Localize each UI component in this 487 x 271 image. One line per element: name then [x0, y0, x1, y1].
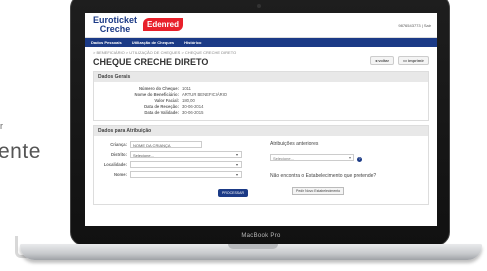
laptop-screen: Euroticket Creche Edenred 9876543773 | S…	[85, 13, 437, 226]
help-icon[interactable]: ?	[357, 157, 362, 162]
edenred-logo: Edenred	[143, 18, 184, 31]
atribuicao-heading: Dados para Atribuição	[94, 126, 428, 136]
imprimir-button[interactable]: ▭ imprimir	[398, 56, 429, 65]
info-label: Data de Validade:	[144, 110, 179, 115]
voltar-button[interactable]: ◂ voltar	[370, 56, 395, 65]
dados-gerais-rows: Número do Cheque: 1011 Nome do Beneficiár…	[94, 82, 428, 120]
atribuicao-body: Criança: NOME DA CRIANÇA Distrito: Selec…	[94, 136, 428, 204]
info-row: Data de Validade: 30-06-2015	[94, 110, 424, 116]
crianca-label: Criança:	[110, 142, 127, 147]
base-notch	[228, 244, 278, 249]
distrito-label: Distrito:	[110, 152, 127, 157]
side-text: ente	[0, 140, 41, 163]
chevron-down-icon: ▾	[348, 155, 351, 160]
atribuicoes-anteriores: Atribuições anteriores Selecione... ▾? Nã…	[260, 141, 422, 199]
app-header: Euroticket Creche Edenred 9876543773 | S…	[85, 13, 437, 38]
nav-historico[interactable]: Histórico	[184, 40, 201, 45]
nav-dados-pessoais[interactable]: Dados Pessoais	[91, 40, 122, 45]
side-mark: r	[0, 121, 3, 131]
euroticket-logo[interactable]: Euroticket Creche	[93, 16, 137, 34]
title-actions: ◂ voltar ▭ imprimir	[370, 56, 429, 65]
distrito-select[interactable]: Selecione... ▾	[130, 151, 242, 158]
macbook-label: MacBook Pro	[241, 233, 281, 239]
nome-row: Nome: ▾	[100, 171, 260, 178]
chevron-down-icon: ▾	[235, 172, 238, 177]
processar-button[interactable]: PROCESSAR	[218, 189, 248, 197]
scene: r ente Euroticket Creche Edenred 9876543…	[0, 0, 487, 271]
anteriores-select[interactable]: Selecione... ▾	[270, 154, 354, 161]
page-title-text: CHEQUE CRECHE DIRETO	[93, 57, 209, 67]
nome-select[interactable]: ▾	[130, 171, 242, 178]
localidade-select[interactable]: ▾	[130, 161, 242, 168]
main-nav: Dados Pessoais Utilização de Cheques His…	[85, 38, 437, 47]
nome-label: Nome:	[113, 172, 127, 177]
dados-gerais-panel: Dados Gerais Número do Cheque: 1011 Nome …	[93, 71, 429, 121]
distrito-row: Distrito: Selecione... ▾	[100, 151, 260, 158]
anteriores-label: Atribuições anteriores	[270, 141, 319, 147]
pedir-estabelecimento-button[interactable]: Pedir Novo Estabelecimento	[292, 187, 345, 195]
camera-icon	[257, 4, 261, 8]
user-session-label[interactable]: 9876543773 | Sair	[398, 23, 431, 28]
chevron-down-icon: ▾	[235, 162, 238, 167]
anteriores-value: Selecione...	[273, 156, 294, 161]
crianca-field[interactable]: NOME DA CRIANÇA	[130, 141, 202, 148]
chevron-down-icon: ▾	[235, 152, 238, 157]
info-value: 30-06-2015	[182, 110, 204, 115]
distrito-value: Selecione...	[133, 153, 154, 158]
logo-line2: Creche	[99, 24, 131, 34]
localidade-row: Localidade: ▾	[100, 161, 260, 168]
dados-gerais-heading: Dados Gerais	[94, 72, 428, 82]
atribuicao-panel: Dados para Atribuição Criança: NOME DA C…	[93, 125, 429, 205]
laptop-lid: Euroticket Creche Edenred 9876543773 | S…	[70, 0, 450, 246]
not-found-text: Não encontra o Estabelecimento que prete…	[270, 173, 377, 179]
localidade-label: Localidade:	[103, 162, 127, 167]
voltar-label: voltar	[378, 58, 390, 63]
crianca-row: Criança: NOME DA CRIANÇA	[100, 141, 260, 148]
page-title: CHEQUE CRECHE DIRETO ◂ voltar ▭ imprimir	[85, 55, 437, 67]
laptop-base	[20, 244, 482, 260]
imprimir-label: imprimir	[407, 58, 424, 63]
atribuicao-form: Criança: NOME DA CRIANÇA Distrito: Selec…	[100, 141, 260, 199]
breadcrumb[interactable]: > BENEFICIÁRIO > UTILIZAÇÃO DE CHEQUES >…	[85, 47, 437, 55]
nav-utilizacao-cheques[interactable]: Utilização de Cheques	[132, 40, 174, 45]
